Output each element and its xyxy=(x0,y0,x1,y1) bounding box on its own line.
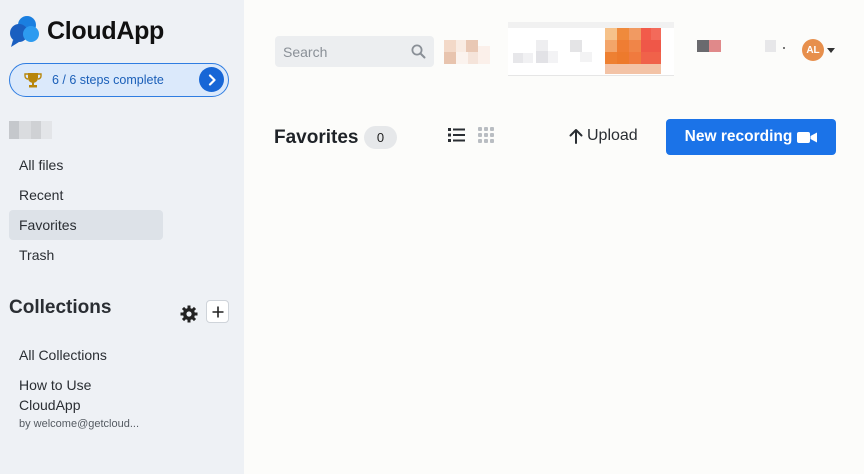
upload-label: Upload xyxy=(587,127,638,144)
page-title: Favorites xyxy=(274,127,359,148)
gear-icon[interactable] xyxy=(179,304,199,324)
sidebar-item-all-files[interactable]: All files xyxy=(9,150,163,180)
account-menu[interactable]: AL xyxy=(802,39,835,61)
app-logo[interactable]: CloudApp xyxy=(9,14,164,48)
app-name: CloudApp xyxy=(47,16,165,45)
video-camera-icon xyxy=(797,131,818,143)
collection-owner: by welcome@getcloud... xyxy=(19,418,140,430)
sidebar-item-trash[interactable]: Trash xyxy=(9,240,163,270)
upload-button[interactable]: Upload xyxy=(569,127,638,145)
plus-icon xyxy=(212,306,223,317)
search-box[interactable] xyxy=(275,36,434,67)
collections-heading: Collections xyxy=(9,297,112,318)
chevron-down-icon xyxy=(827,47,835,53)
cloudapp-logo-icon xyxy=(10,16,39,47)
collection-item[interactable]: How to Use CloudApp by welcome@getcloud.… xyxy=(19,375,229,431)
upload-arrow-icon xyxy=(569,129,583,144)
steps-open-button[interactable] xyxy=(199,67,224,92)
collection-all[interactable]: All Collections xyxy=(19,345,229,365)
search-icon[interactable] xyxy=(411,44,426,59)
search-input[interactable] xyxy=(283,43,403,60)
sidebar-item-favorites[interactable]: Favorites xyxy=(9,210,163,240)
new-recording-label: New recording xyxy=(684,128,793,145)
grid-view-icon[interactable] xyxy=(478,127,494,143)
collection-title: How to Use CloudApp xyxy=(19,377,92,413)
list-view-icon[interactable] xyxy=(448,127,466,143)
sidebar-item-recent[interactable]: Recent xyxy=(9,180,163,210)
workspace-name-redacted xyxy=(9,121,52,139)
sidebar-nav: All files Recent Favorites Trash xyxy=(9,150,163,270)
new-recording-button[interactable]: New recording xyxy=(666,119,836,155)
sidebar: CloudApp 6 / 6 steps complete All files … xyxy=(0,0,244,474)
avatar[interactable]: AL xyxy=(802,39,824,61)
steps-label: 6 / 6 steps complete xyxy=(52,73,164,87)
favorites-count-badge: 0 xyxy=(364,126,397,149)
onboarding-progress[interactable]: 6 / 6 steps complete xyxy=(9,63,229,97)
chevron-right-icon xyxy=(208,73,216,86)
trophy-icon xyxy=(24,73,42,88)
collections-list: All Collections How to Use CloudApp by w… xyxy=(19,340,229,431)
add-collection-button[interactable] xyxy=(206,300,229,323)
